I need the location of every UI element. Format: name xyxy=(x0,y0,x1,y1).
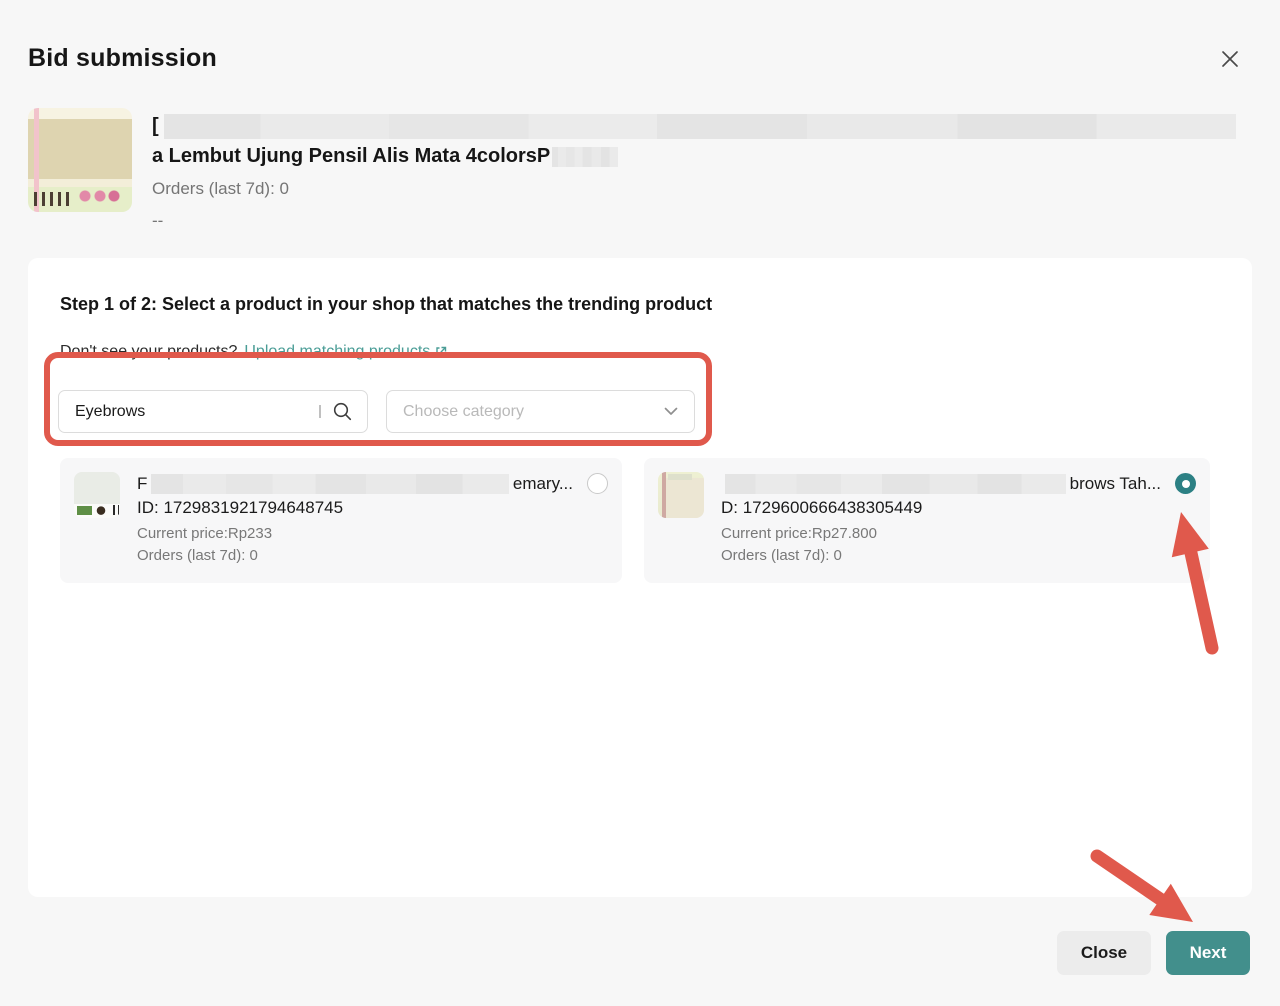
product-thumbnail xyxy=(658,472,704,518)
product-orders: Orders (last 7d): 0 xyxy=(137,547,608,564)
product-option-card[interactable]: brows Tah... D: 1729600666438305449 Curr… xyxy=(644,458,1210,583)
radio-unselected-icon[interactable] xyxy=(587,473,608,494)
trending-product-summary: [ a Lembut Ujung Pensil Alis Mata 4color… xyxy=(28,108,1236,231)
search-icon[interactable] xyxy=(332,401,353,422)
chevron-down-icon xyxy=(664,407,678,416)
upload-prompt-row: Don't see your products? Upload matching… xyxy=(60,343,448,361)
product-info: F emary... ID: 1729831921794648745 Curre… xyxy=(137,472,608,583)
product-title-row: F emary... xyxy=(137,472,608,495)
radio-selected-icon[interactable] xyxy=(1175,473,1196,494)
next-button[interactable]: Next xyxy=(1166,931,1250,975)
step-heading: Step 1 of 2: Select a product in your sh… xyxy=(60,294,712,315)
product-orders: Orders (last 7d): 0 xyxy=(721,547,1196,564)
product-title-end: emary... xyxy=(513,474,573,494)
close-button[interactable]: Close xyxy=(1057,931,1151,975)
text-cursor xyxy=(319,405,321,418)
product-title-start: F xyxy=(137,474,147,494)
product-info: brows Tah... D: 1729600666438305449 Curr… xyxy=(721,472,1196,583)
trending-placeholder-value: -- xyxy=(152,211,1236,231)
product-price: Current price:Rp233 xyxy=(137,525,608,542)
search-input[interactable] xyxy=(75,403,319,421)
close-x-glyph xyxy=(1221,50,1239,68)
product-thumbnail xyxy=(74,472,120,518)
bid-submission-modal: Bid submission [ a Lembut Ujung Pensil A… xyxy=(0,0,1280,1006)
upload-matching-products-link[interactable]: Upload matching products xyxy=(244,343,448,361)
trending-orders-label: Orders (last 7d): 0 xyxy=(152,179,1236,199)
step-card: Step 1 of 2: Select a product in your sh… xyxy=(28,258,1252,897)
upload-prompt-text: Don't see your products? xyxy=(60,343,237,361)
redacted-text-bar xyxy=(552,147,618,167)
trending-product-image xyxy=(28,108,132,212)
product-option-card[interactable]: F emary... ID: 1729831921794648745 Curre… xyxy=(60,458,622,583)
upload-link-label: Upload matching products xyxy=(244,343,430,361)
redacted-text-bar xyxy=(725,474,1066,494)
category-placeholder: Choose category xyxy=(403,403,524,421)
product-search-box[interactable] xyxy=(58,390,368,433)
trending-product-info: [ a Lembut Ujung Pensil Alis Mata 4color… xyxy=(152,108,1236,231)
title-visible-text: a Lembut Ujung Pensil Alis Mata 4colorsP xyxy=(152,145,550,168)
title-visible-text: [ xyxy=(152,115,159,138)
product-id: D: 1729600666438305449 xyxy=(721,498,1196,518)
page-title: Bid submission xyxy=(28,44,217,73)
trending-product-title-line2: a Lembut Ujung Pensil Alis Mata 4colorsP xyxy=(152,145,1236,168)
product-title-row: brows Tah... xyxy=(721,472,1196,495)
product-options-row: F emary... ID: 1729831921794648745 Curre… xyxy=(60,458,1210,583)
external-link-icon xyxy=(434,345,448,359)
redacted-text-bar xyxy=(151,474,508,494)
redacted-text-bar xyxy=(164,114,1236,139)
product-price: Current price:Rp27.800 xyxy=(721,525,1196,542)
category-select[interactable]: Choose category xyxy=(386,390,695,433)
trending-product-title-line1: [ xyxy=(152,113,1236,140)
product-id: ID: 1729831921794648745 xyxy=(137,498,608,518)
close-icon[interactable] xyxy=(1212,42,1248,76)
product-title-end: brows Tah... xyxy=(1070,474,1161,494)
